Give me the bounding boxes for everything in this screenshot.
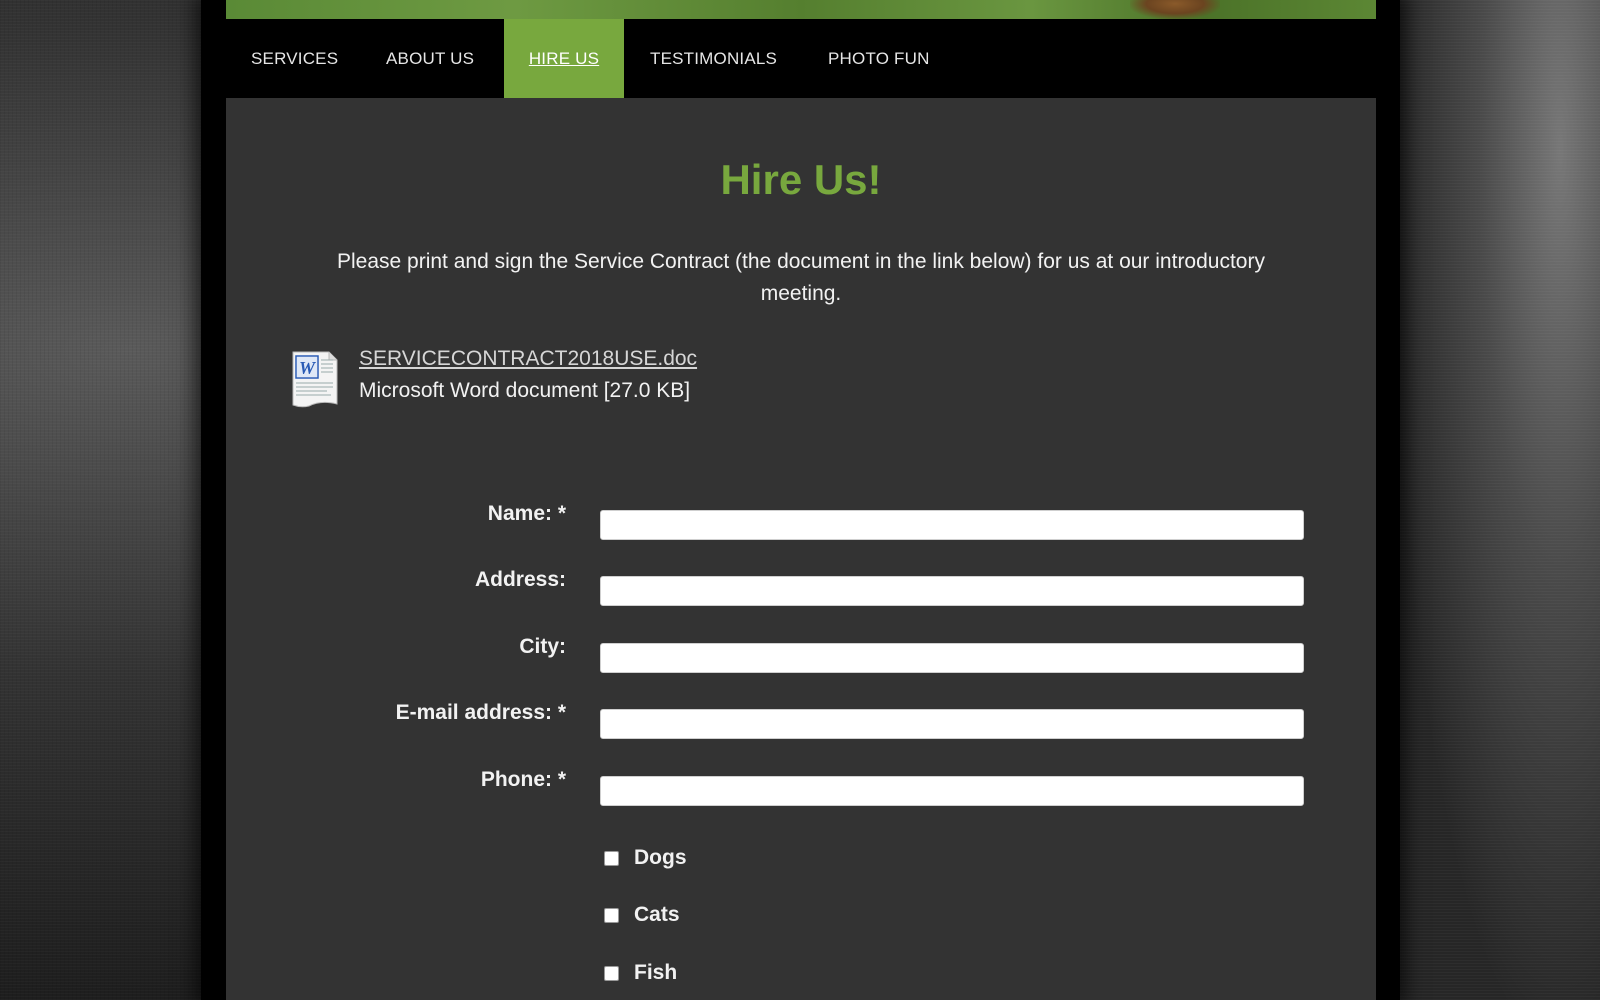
fish-label: Fish — [634, 961, 678, 984]
main-navigation: SERVICES ABOUT US HIRE US TESTIMONIALS P… — [226, 19, 1376, 98]
nav-item-about-us[interactable]: ABOUT US — [386, 19, 474, 98]
nav-item-services[interactable]: SERVICES — [251, 19, 338, 98]
email-input[interactable] — [600, 709, 1304, 739]
dogs-label: Dogs — [634, 846, 687, 869]
svg-text:W: W — [299, 358, 317, 378]
nav-item-photo-fun[interactable]: PHOTO FUN — [828, 19, 930, 98]
city-label: City: — [519, 635, 566, 658]
email-label: E-mail address: * — [395, 701, 566, 724]
fish-checkbox[interactable] — [604, 965, 619, 981]
cats-checkbox[interactable] — [604, 907, 619, 923]
contract-download-link[interactable]: SERVICECONTRACT2018USE.doc — [359, 347, 697, 371]
nav-item-testimonials[interactable]: TESTIMONIALS — [650, 19, 777, 98]
checkbox-row-dogs: Dogs — [604, 843, 687, 873]
checkbox-row-cats: Cats — [604, 900, 680, 930]
city-input[interactable] — [600, 643, 1304, 673]
header-dog-image — [1130, 0, 1220, 19]
checkbox-row-fish: Fish — [604, 958, 677, 988]
background-texture-right — [1400, 0, 1600, 1000]
name-label: Name: * — [487, 502, 566, 525]
dogs-checkbox[interactable] — [604, 850, 619, 866]
document-meta: Microsoft Word document [27.0 KB] — [359, 379, 691, 402]
cats-label: Cats — [634, 903, 680, 926]
page-frame: SERVICES ABOUT US HIRE US TESTIMONIALS P… — [201, 0, 1400, 1000]
header-banner-image — [226, 0, 1376, 19]
phone-input[interactable] — [600, 776, 1304, 806]
name-input[interactable] — [600, 510, 1304, 540]
nav-item-hire-us[interactable]: HIRE US — [504, 19, 624, 98]
address-label: Address: — [474, 568, 566, 591]
intro-text: Please print and sign the Service Contra… — [337, 250, 1265, 305]
page-title: Hire Us! — [720, 156, 882, 203]
phone-label: Phone: * — [480, 768, 566, 791]
address-input[interactable] — [600, 576, 1304, 606]
main-content: Hire Us! Please print and sign the Servi… — [226, 98, 1376, 1000]
word-document-icon[interactable]: W — [291, 350, 339, 408]
